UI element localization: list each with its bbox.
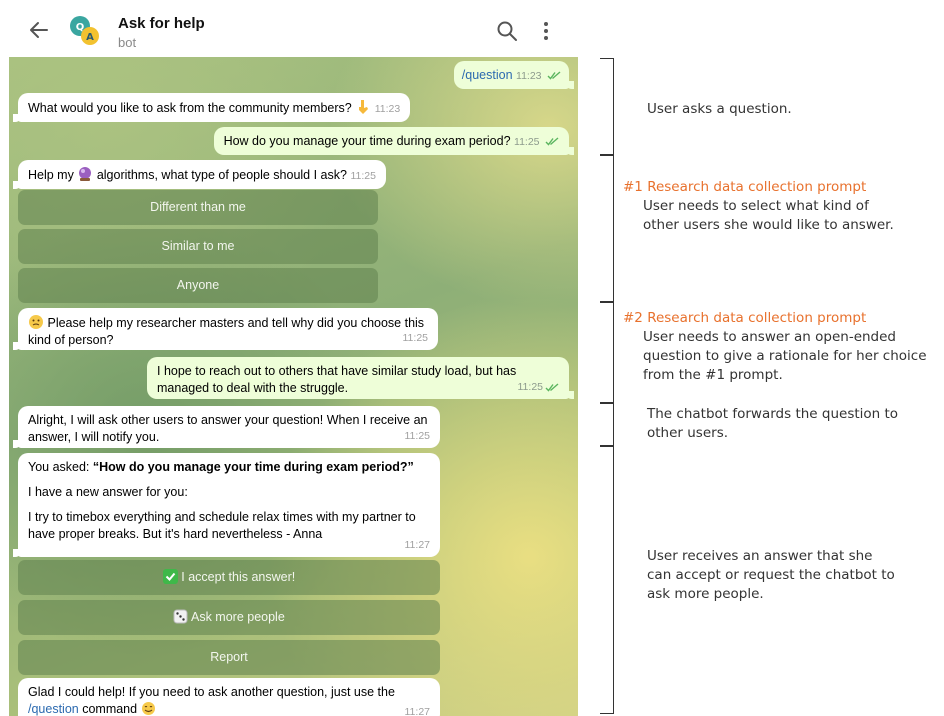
bracket-answer [600,446,614,714]
message-time: 11:25 [514,136,540,148]
asked-question: “How do you manage your time during exam… [92,460,414,474]
chat-title: Ask for help [118,15,205,32]
annotation-ask-question: User asks a question. [647,101,792,117]
bot-avatar-icon[interactable]: Q A [68,14,100,46]
chat-screen: Q A Ask for help bot /question 11:23 Wha… [0,0,578,716]
smiling-face-emoji [141,702,155,715]
accept-answer-button[interactable]: I accept this answer! [18,560,440,595]
search-icon[interactable] [496,20,518,42]
bracket-prompt-1 [600,155,614,302]
annotation-answer: User receives an answer that she can acc… [647,548,895,602]
message-incoming: Alright, I will ask other users to answe… [13,406,440,448]
message-text: answer, I will notify you. [28,430,160,444]
dice-emoji [173,609,188,624]
asked-prefix: You asked: [28,460,93,474]
double-check-icon [547,71,561,80]
message-text: How do you manage your time during exam … [223,134,511,148]
message-time: 11:27 [404,706,431,716]
message-text: I have a new answer for you: [28,485,188,499]
accept-answer-label: I accept this answer! [181,570,296,584]
message-outgoing: How do you manage your time during exam … [213,127,575,155]
more-vertical-icon[interactable] [539,20,553,42]
pointing-down-emoji [359,100,369,114]
message-time: 11:25 [350,170,376,182]
message-text: Help my [28,168,74,182]
chat-subtitle: bot [118,35,137,50]
bracket-question [600,58,614,155]
thinking-face-emoji [29,315,43,329]
answer-text: I try to timebox everything and schedule… [28,510,416,524]
message-incoming: Please help my researcher masters and te… [13,308,438,350]
ask-more-people-button[interactable]: Ask more people [18,600,440,635]
annotation-heading: #2 Research data collection prompt [623,310,867,326]
ask-more-people-label: Ask more people [190,610,285,624]
message-text: I hope to reach out to others that have … [157,364,517,378]
message-text: managed to deal with the struggle. [157,381,349,395]
message-text: /question [461,68,513,82]
double-check-icon [545,137,559,146]
message-text: kind of person? [28,333,114,347]
message-outgoing: /question 11:23 [453,61,575,89]
annotation-heading: #1 Research data collection prompt [623,179,867,195]
option-anyone-button[interactable]: Anyone [18,268,378,303]
message-time: 11:25 [404,430,431,442]
message-time: 11:25 [518,379,560,396]
message-time: 11:23 [516,70,542,82]
message-text: What would you like to ask from the comm… [28,101,352,115]
annotation-prompt-2: #2 Research data collection prompt User … [623,310,927,383]
message-incoming: Help my algorithms, what type of people … [13,160,386,189]
message-list[interactable]: /question 11:23 What would you like to a… [9,57,578,716]
message-time: 11:27 [404,539,431,551]
message-text: Alright, I will ask other users to answe… [28,413,428,427]
check-mark-button-emoji [162,569,178,584]
answer-text: have proper breaks. But it's hard nevert… [28,527,323,541]
message-incoming: What would you like to ask from the comm… [12,93,411,122]
svg-text:A: A [86,32,94,43]
message-text: Please help my researcher masters and te… [47,316,425,330]
chat-header: Q A Ask for help bot [0,0,578,57]
annotation-prompt-1: #1 Research data collection prompt User … [623,179,894,233]
message-incoming: Glad I could help! If you need to ask an… [18,678,440,716]
bracket-forward [600,403,614,446]
crystal-ball-emoji [79,167,92,181]
option-similar-to-me-button[interactable]: Similar to me [18,229,378,264]
message-outgoing: I hope to reach out to others that have … [147,357,574,399]
double-check-icon [545,383,559,392]
message-time: 11:23 [374,103,401,115]
message-text: algorithms, what type of people should I… [96,168,347,182]
message-text: command [78,702,138,716]
message-incoming: You asked: “How do you manage your time … [13,453,440,557]
report-button[interactable]: Report [18,640,440,675]
annotation-forward: The chatbot forwards the question to oth… [647,406,899,441]
option-different-than-me-button[interactable]: Different than me [18,190,378,225]
arrow-left-icon[interactable] [28,19,50,41]
message-text: Glad I could help! If you need to ask an… [28,685,395,699]
question-command-link[interactable]: /question [28,702,79,716]
message-time: 11:25 [402,332,429,344]
bracket-prompt-2 [600,302,614,403]
